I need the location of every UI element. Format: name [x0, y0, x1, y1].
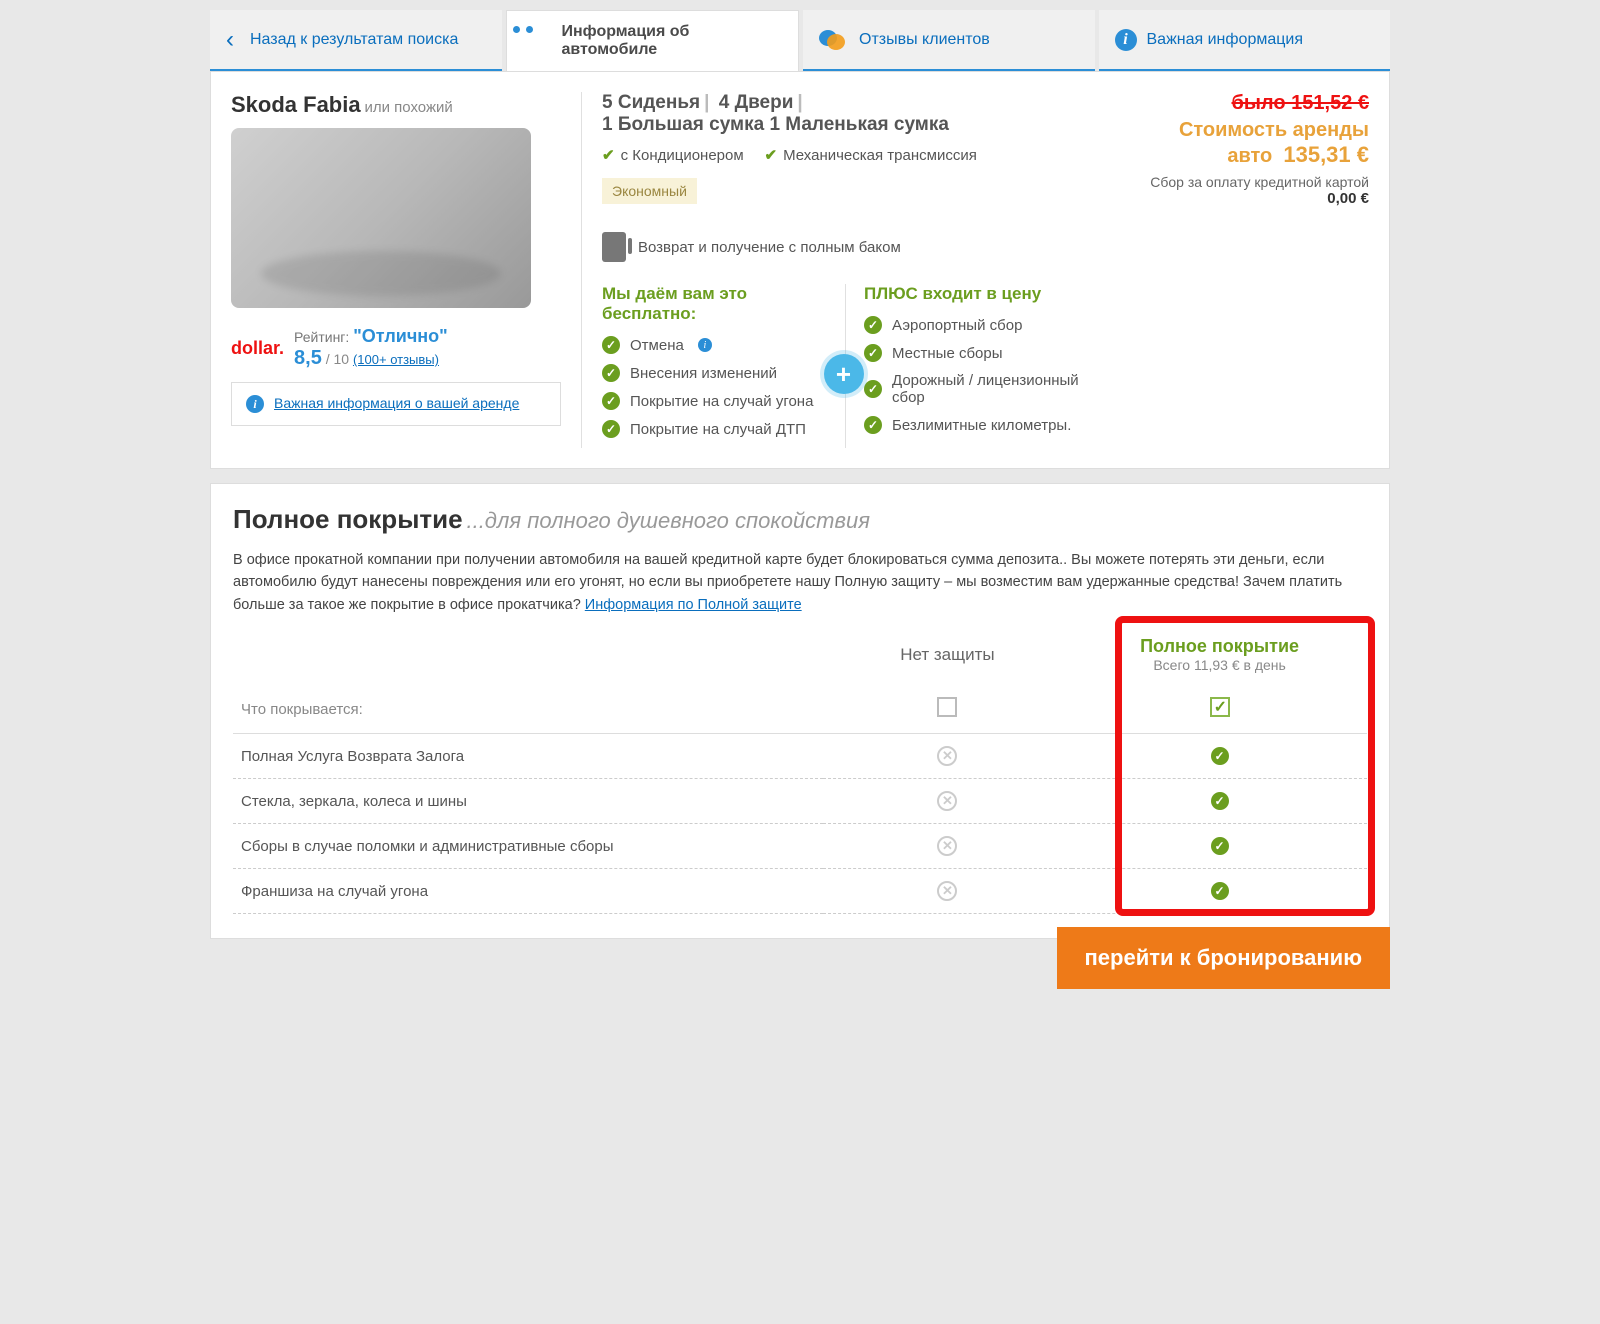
spec-small-bag: 1 Маленькая сумка: [769, 114, 948, 135]
car-image: [231, 128, 531, 308]
check-icon: ✓: [602, 364, 620, 382]
tab-car-info[interactable]: Информация об автомобиле: [506, 10, 800, 71]
row-label: Полная Услуга Возврата Залога: [233, 734, 823, 779]
check-icon: ✓: [602, 420, 620, 438]
chat-icon: [819, 28, 849, 52]
col-full-sub: Всего 11,93 € в день: [1080, 657, 1359, 673]
x-icon: ✕: [937, 836, 957, 856]
supplier-logo: dollar.: [231, 338, 284, 359]
tab-important[interactable]: i Важная информация: [1099, 10, 1391, 71]
info-icon[interactable]: i: [698, 338, 712, 352]
plus-item: Дорожный / лицензионный сбор: [892, 372, 1089, 406]
proceed-booking-button[interactable]: перейти к бронированию: [1057, 927, 1390, 989]
coverage-table: Нет защиты Полное покрытие Всего 11,93 €…: [233, 624, 1367, 914]
plus-item: Безлимитные километры.: [892, 417, 1071, 434]
check-icon: ✓: [1211, 882, 1229, 900]
coverage-title: Полное покрытие: [233, 504, 463, 534]
features: ✔ с Кондиционером ✔ Механическая трансмисс…: [602, 146, 1089, 164]
free-item: Отмена: [630, 337, 684, 354]
check-icon: ✓: [602, 336, 620, 354]
check-icon: ✓: [602, 392, 620, 410]
x-icon: ✕: [937, 791, 957, 811]
important-info-box: i Важная информация о вашей аренде: [231, 382, 561, 426]
col-no-protection: Нет защиты: [823, 624, 1072, 685]
free-item: Внесения изменений: [630, 365, 777, 382]
rating-text: "Отлично": [353, 326, 447, 346]
price-block: было 151,52 € Стоимость аренды авто 135,…: [1109, 92, 1369, 448]
free-item: Покрытие на случай ДТП: [630, 421, 806, 438]
check-icon: ✓: [864, 316, 882, 334]
rating-max: / 10: [326, 351, 349, 367]
plus-icon: +: [824, 354, 864, 394]
check-icon: ✓: [864, 416, 882, 434]
car-icon: [523, 29, 552, 53]
reviews-link[interactable]: (100+ отзывы): [353, 352, 439, 367]
check-icon: ✔: [765, 147, 778, 164]
free-title: Мы даём вам это бесплатно:: [602, 284, 827, 324]
fuel-text: Возврат и получение с полным баком: [638, 239, 901, 256]
inclusions: Мы даём вам это бесплатно: ✓ Отменаi ✓ Вне…: [602, 284, 1089, 448]
info-icon: i: [1115, 29, 1137, 51]
table-row: Полная Услуга Возврата Залога ✕ ✓: [233, 734, 1367, 779]
tab-reviews-label: Отзывы клиентов: [859, 31, 990, 49]
tabs: Назад к результатам поиска Информация об…: [210, 10, 1390, 71]
tab-important-label: Важная информация: [1147, 31, 1304, 49]
checkbox-no-protection[interactable]: [937, 697, 957, 717]
checkbox-full-coverage[interactable]: [1210, 697, 1230, 717]
car-specs: 5 Сиденья| 4 Двери| 1 Большая сумка 1 Ма…: [602, 92, 1089, 136]
fee-value: 0,00 €: [1109, 190, 1369, 207]
car-name: Skoda Fabia: [231, 92, 361, 117]
check-icon: ✓: [1211, 792, 1229, 810]
important-info-link[interactable]: Важная информация о вашей аренде: [274, 395, 519, 411]
price-now: 135,31 €: [1283, 142, 1369, 167]
class-badge: Экономный: [602, 178, 697, 204]
car-card: Skoda Fabia или похожий dollar. Рейтинг:…: [210, 71, 1390, 469]
spec-trans: Механическая трансмиссия: [783, 147, 977, 164]
info-icon: i: [246, 395, 264, 413]
fuel-policy: Возврат и получение с полным баком: [602, 232, 1089, 262]
check-icon: ✓: [1211, 747, 1229, 765]
check-icon: ✓: [864, 380, 882, 398]
fee-label: Сбор за оплату кредитной картой: [1109, 174, 1369, 190]
x-icon: ✕: [937, 881, 957, 901]
spec-doors: 4 Двери: [719, 92, 794, 113]
row-header: Что покрывается:: [233, 685, 823, 734]
tab-car-info-label: Информация об автомобиле: [562, 23, 783, 59]
spec-big-bag: 1 Большая сумка: [602, 114, 764, 135]
check-icon: ✓: [864, 344, 882, 362]
plus-title: ПЛЮС входит в цену: [864, 284, 1089, 304]
rating-score: 8,5: [294, 347, 322, 369]
check-icon: ✓: [1211, 837, 1229, 855]
table-row: Стекла, зеркала, колеса и шины ✕ ✓: [233, 779, 1367, 824]
coverage-subtitle: ...для полного душевного спокойствия: [466, 508, 870, 533]
row-label: Франшиза на случай угона: [233, 869, 823, 914]
free-item: Покрытие на случай угона: [630, 393, 813, 410]
row-label: Сборы в случае поломки и административны…: [233, 824, 823, 869]
tab-back[interactable]: Назад к результатам поиска: [210, 10, 502, 71]
fuel-icon: [602, 232, 626, 262]
coverage-description: В офисе прокатной компании при получении…: [233, 549, 1367, 616]
tab-back-label: Назад к результатам поиска: [250, 31, 458, 49]
plus-item: Местные сборы: [892, 345, 1003, 362]
coverage-info-link[interactable]: Информация по Полной защите: [585, 597, 802, 613]
table-row: Франшиза на случай угона ✕ ✓: [233, 869, 1367, 914]
tab-reviews[interactable]: Отзывы клиентов: [803, 10, 1095, 71]
spec-ac: с Кондиционером: [621, 147, 744, 164]
car-similar: или похожий: [364, 99, 452, 116]
price-label: Стоимость аренды авто 135,31 €: [1109, 119, 1369, 168]
coverage-section: Полное покрытие ...для полного душевного…: [210, 483, 1390, 939]
plus-item: Аэропортный сбор: [892, 317, 1022, 334]
check-icon: ✔: [602, 147, 615, 164]
col-full-coverage: Полное покрытие: [1140, 636, 1299, 656]
rating-label: Рейтинг:: [294, 329, 349, 345]
table-row: Сборы в случае поломки и административны…: [233, 824, 1367, 869]
spec-seats: 5 Сиденья: [602, 92, 700, 113]
row-label: Стекла, зеркала, колеса и шины: [233, 779, 823, 824]
price-was: было 151,52 €: [1109, 92, 1369, 115]
x-icon: ✕: [937, 746, 957, 766]
